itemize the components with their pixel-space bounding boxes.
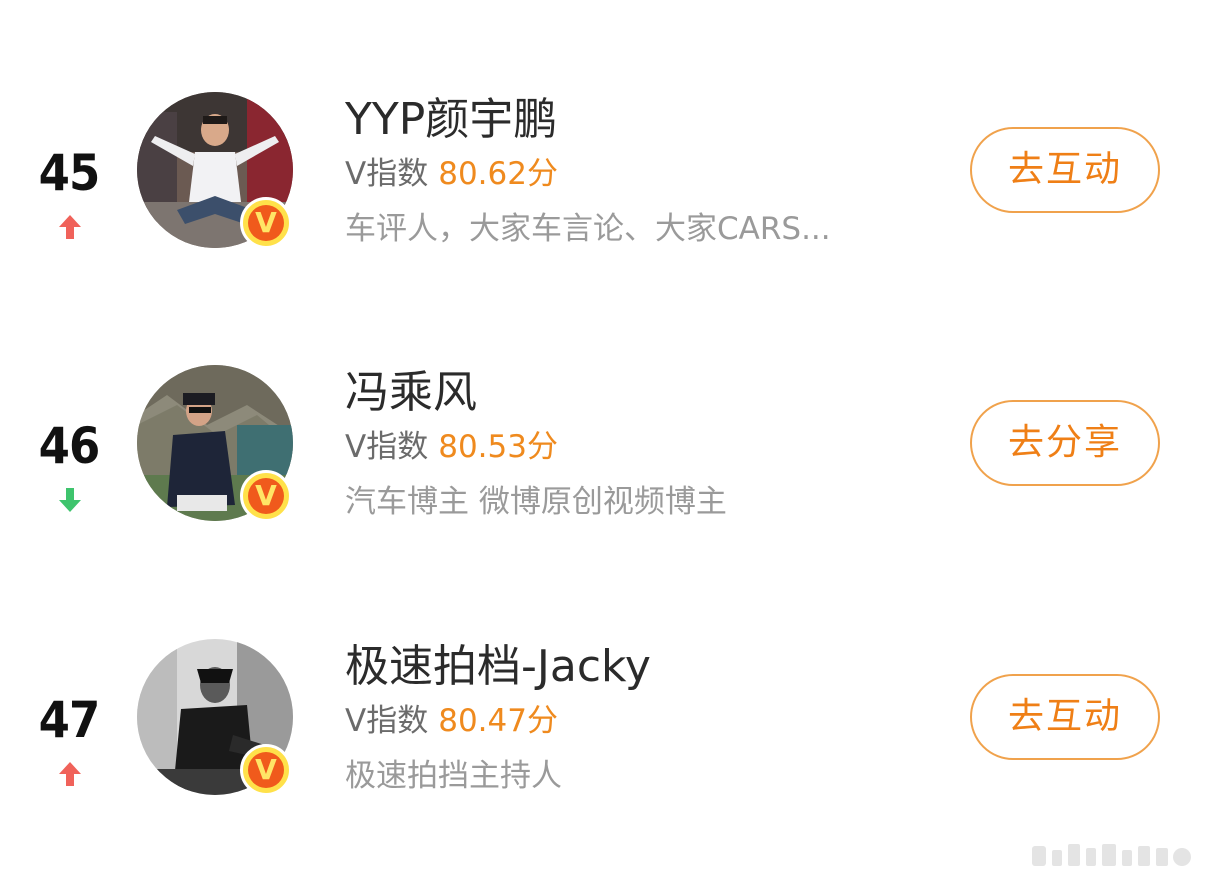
v-index-score: 80.53分 — [438, 429, 558, 465]
arrow-up-icon — [59, 762, 81, 786]
user-name[interactable]: YYP颜宇鹏 — [345, 92, 557, 148]
arrow-up-icon — [59, 215, 81, 239]
verified-v-badge-icon: V — [240, 197, 292, 249]
v-index-label: V指数 — [345, 429, 429, 465]
user-description: 汽车博主 微博原创视频博主 — [345, 484, 727, 520]
verified-v-badge-icon: V — [240, 744, 292, 796]
interact-button[interactable]: 去互动 — [970, 674, 1160, 760]
rank-number: 46 — [38, 417, 101, 475]
v-index-score: 80.62分 — [438, 156, 558, 192]
verified-v-badge-icon: V — [240, 470, 292, 522]
ranking-row[interactable]: 46 V 冯乘风 V指数 80.53分 汽车博主 微博原创视频博主 去分享 — [0, 343, 1206, 543]
user-name[interactable]: 冯乘风 — [345, 365, 477, 421]
rank-number: 47 — [38, 691, 101, 749]
ranking-row[interactable]: 45 V YYP颜宇鹏 V指数 80.62分 车评人，大家车言论、大家CARS.… — [0, 70, 1206, 270]
v-index-label: V指数 — [345, 156, 429, 192]
arrow-down-icon — [59, 488, 81, 512]
v-index: V指数 80.62分 — [345, 154, 558, 194]
ranking-row[interactable]: 47 V 极速拍档-Jacky V指数 80.47分 极速拍挡主持人 去互动 — [0, 617, 1206, 817]
rank-number: 45 — [38, 144, 101, 202]
share-button[interactable]: 去分享 — [970, 400, 1160, 486]
v-index-score: 80.47分 — [438, 703, 558, 739]
ranking-list: 45 V YYP颜宇鹏 V指数 80.62分 车评人，大家车言论、大家CARS.… — [0, 0, 1206, 882]
user-name[interactable]: 极速拍档-Jacky — [345, 639, 651, 695]
watermark-logo — [1032, 844, 1191, 866]
v-index-label: V指数 — [345, 703, 429, 739]
user-description: 极速拍挡主持人 — [345, 758, 562, 794]
user-description: 车评人，大家车言论、大家CARS... — [345, 211, 831, 247]
v-index: V指数 80.53分 — [345, 427, 558, 467]
v-index: V指数 80.47分 — [345, 701, 558, 741]
interact-button[interactable]: 去互动 — [970, 127, 1160, 213]
